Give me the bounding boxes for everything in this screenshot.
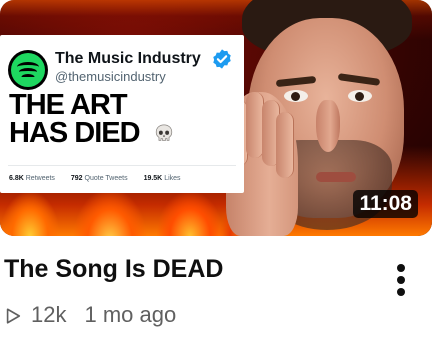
person-mouth: [316, 172, 356, 182]
stat-retweets: 6.8K Retweets: [9, 175, 55, 182]
left-eye: [284, 90, 308, 102]
stat-likes: 19.5K Likes: [143, 175, 181, 182]
tweet-account-name: The Music Industry: [55, 50, 201, 67]
video-thumbnail[interactable]: The Music Industry @themusicindustry THE…: [0, 0, 432, 236]
play-outline-icon: [6, 307, 21, 324]
skull-icon: [155, 124, 173, 141]
spotify-logo-icon: [8, 50, 48, 90]
tweet-card: The Music Industry @themusicindustry THE…: [0, 35, 244, 193]
video-title[interactable]: The Song Is DEAD: [4, 255, 223, 284]
person-nose: [316, 100, 340, 152]
spotify-logo-disc: [11, 53, 45, 87]
tweet-handle: @themusicindustry: [55, 69, 166, 84]
tweet-divider: [8, 165, 236, 166]
verified-badge-icon: [213, 49, 231, 69]
upload-age: 1 mo ago: [84, 302, 177, 327]
stat-quote-tweets: 792 Quote Tweets: [70, 175, 128, 182]
headline-line-1: THE ART: [9, 89, 128, 121]
finger: [276, 112, 294, 178]
view-count: 12k: [31, 302, 67, 327]
tweet-stats: 6.8K Retweets 792 Quote Tweets 19.5K Lik…: [9, 175, 195, 182]
duration-badge: 11:08: [353, 190, 418, 218]
tweet-headline: THE ART HAS DIED: [9, 89, 209, 149]
right-eye: [348, 90, 372, 102]
video-metadata: 12k 1 mo ago: [4, 302, 176, 328]
headline-line-2: HAS DIED: [9, 117, 141, 149]
three-dot-menu-icon[interactable]: [386, 256, 416, 304]
